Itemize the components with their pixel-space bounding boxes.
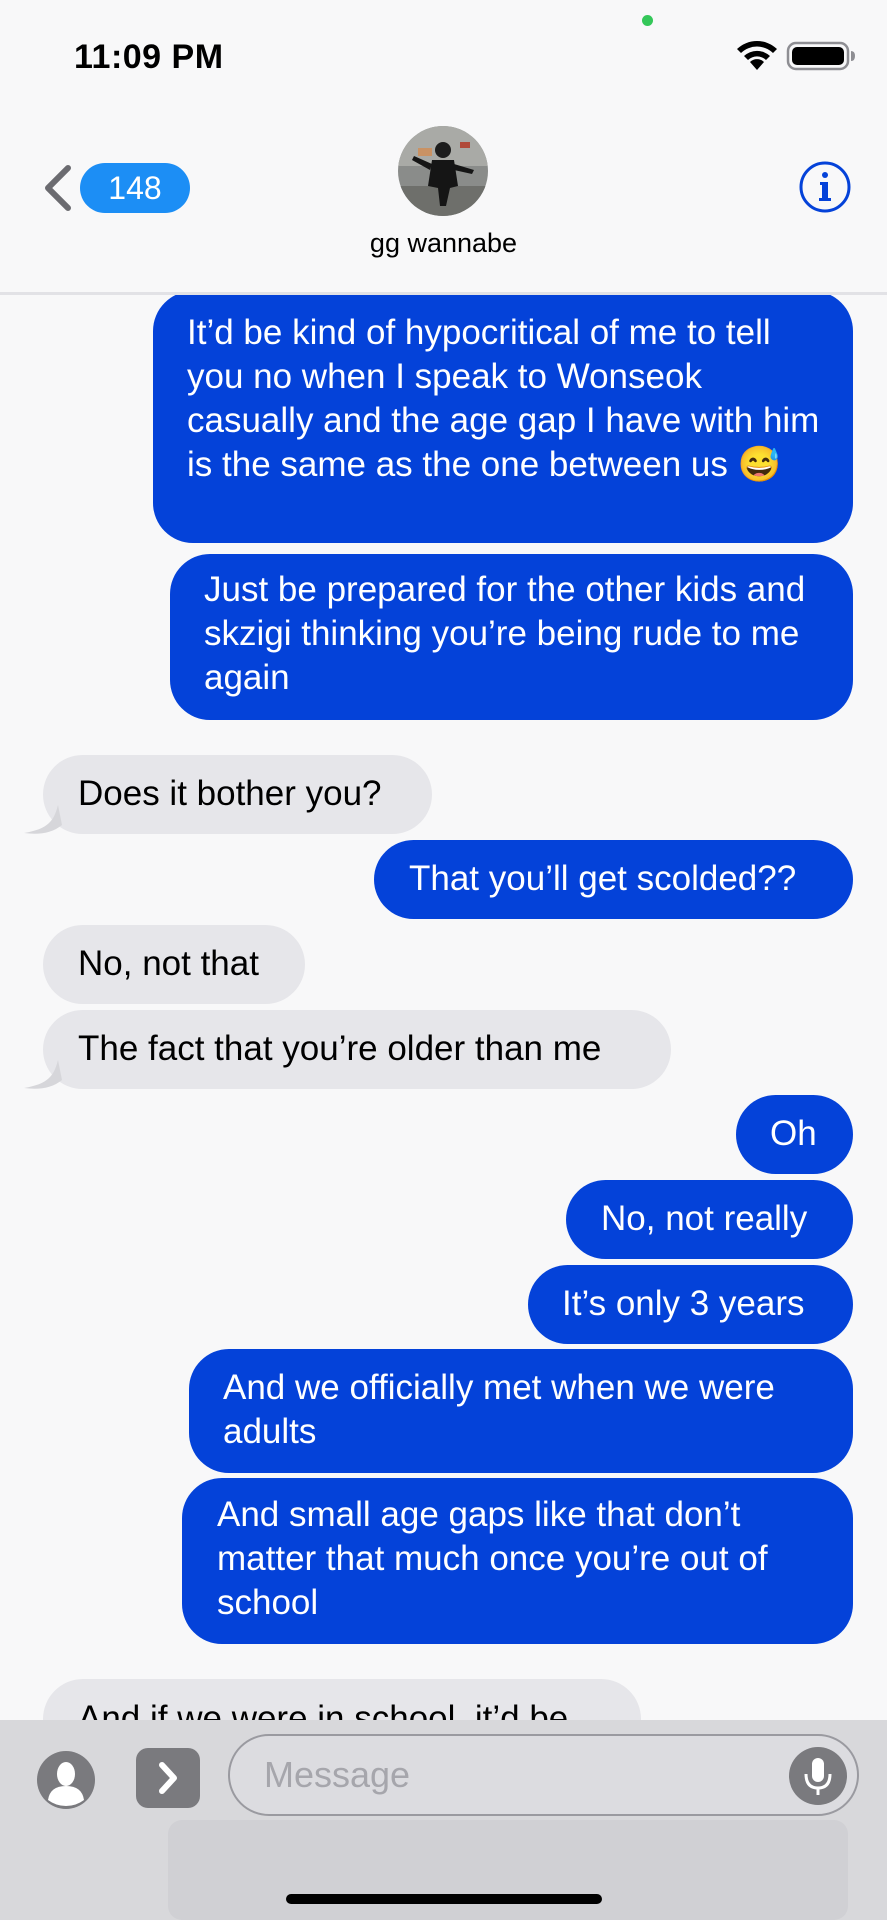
contact-card-icon[interactable]: [36, 1750, 96, 1810]
contact-name[interactable]: gg wannabe: [0, 228, 887, 259]
info-icon[interactable]: [798, 160, 852, 214]
message-bubble-sent[interactable]: And small age gaps like that don’t matte…: [182, 1478, 853, 1644]
message-text: And we officially met when we were adult…: [223, 1368, 775, 1451]
message-text: And if we were in school, it’d be: [78, 1699, 569, 1720]
bubble-tail: [24, 805, 62, 834]
avatar[interactable]: [398, 126, 488, 216]
camera-indicator-dot: [642, 15, 653, 26]
message-bubble-received[interactable]: The fact that you’re older than me: [43, 1010, 671, 1089]
message-bubble-received[interactable]: No, not that: [43, 925, 305, 1004]
message-bubble-sent[interactable]: It’d be kind of hypocritical of me to te…: [153, 295, 853, 543]
chevron-left-icon: [45, 165, 71, 211]
status-time: 11:09 PM: [74, 38, 224, 76]
message-text: Does it bother you?: [78, 774, 382, 813]
back-button[interactable]: 148: [40, 160, 190, 216]
bubble-tail: [24, 1060, 62, 1089]
message-bubble-received[interactable]: Does it bother you?: [43, 755, 432, 834]
message-bubble-sent[interactable]: Oh: [736, 1095, 853, 1174]
message-text: No, not really: [601, 1199, 808, 1238]
message-bubble-sent[interactable]: And we officially met when we were adult…: [189, 1349, 853, 1473]
status-bar: 11:09 PM: [0, 0, 887, 110]
message-text: No, not that: [78, 944, 259, 983]
message-text: The fact that you’re older than me: [78, 1029, 602, 1068]
wifi-icon: [737, 41, 777, 70]
unread-count-badge: 148: [80, 163, 190, 213]
message-input[interactable]: Message: [228, 1734, 859, 1816]
message-placeholder: Message: [264, 1754, 411, 1795]
chevron-right-icon: [159, 1762, 177, 1794]
message-text: Oh: [770, 1114, 817, 1153]
message-input-bar: Message: [0, 1720, 887, 1920]
message-thread[interactable]: It’d be kind of hypocritical of me to te…: [0, 295, 887, 1720]
apps-button[interactable]: [136, 1748, 200, 1808]
message-bubble-sent[interactable]: No, not really: [566, 1180, 853, 1259]
message-text: It’d be kind of hypocritical of me to te…: [187, 313, 820, 484]
conversation-header: 148 gg wannabe: [0, 110, 887, 295]
message-bubble-sent[interactable]: It’s only 3 years: [528, 1265, 853, 1344]
message-text: That you’ll get scolded??: [409, 859, 797, 898]
keyboard-peek: [168, 1820, 848, 1920]
battery-full-icon: [786, 41, 855, 71]
message-bubble-sent[interactable]: Just be prepared for the other kids and …: [170, 554, 853, 720]
avatar-photo: [398, 126, 488, 216]
home-indicator[interactable]: [286, 1894, 602, 1904]
message-bubble-received[interactable]: And if we were in school, it’d be: [43, 1679, 641, 1720]
message-text: And small age gaps like that don’t matte…: [217, 1495, 768, 1622]
message-text: Just be prepared for the other kids and …: [204, 570, 806, 697]
microphone-icon[interactable]: [788, 1746, 848, 1806]
message-text: It’s only 3 years: [562, 1284, 805, 1323]
message-bubble-sent[interactable]: That you’ll get scolded??: [374, 840, 853, 919]
